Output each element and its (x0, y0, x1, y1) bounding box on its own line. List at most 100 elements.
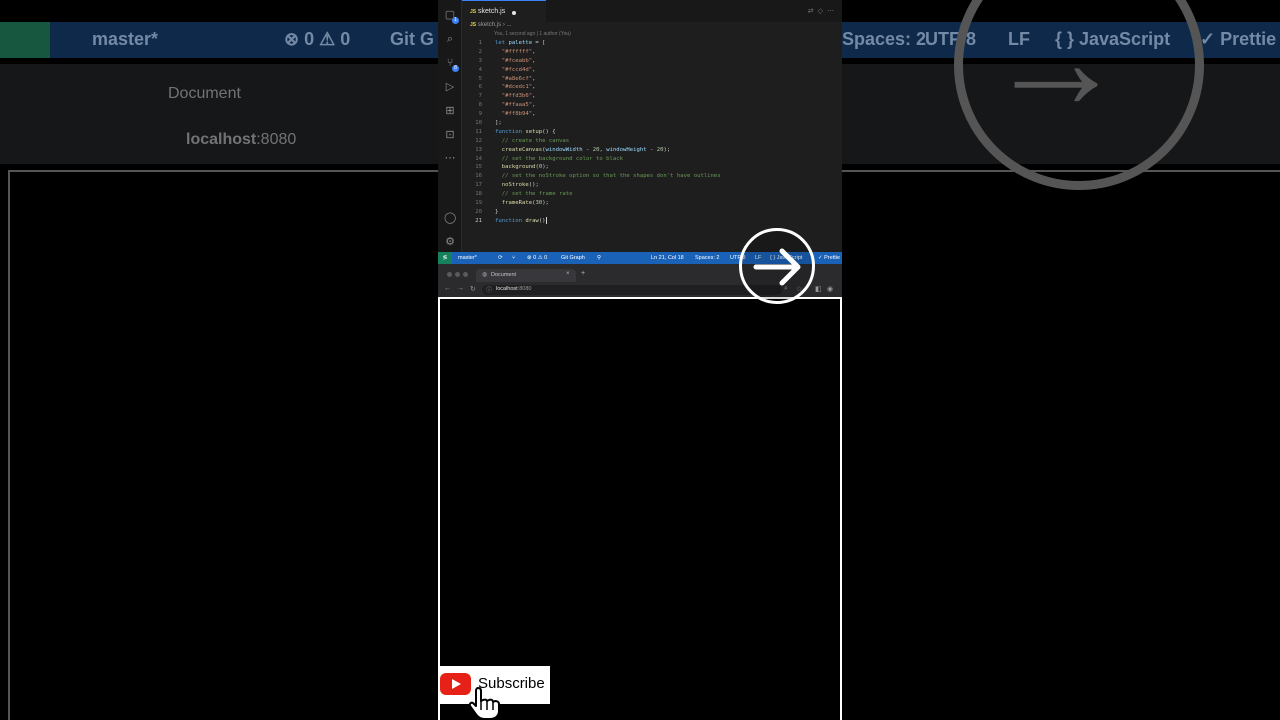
line-code: "#ffffff", (501, 48, 536, 55)
line-number: 11 (475, 128, 482, 135)
back-icon[interactable]: ← (444, 285, 451, 292)
globe-icon: ◍ (482, 272, 488, 278)
code-line[interactable]: 4 "#fccd4d", (462, 66, 842, 75)
code-line[interactable]: 2 "#ffffff", (462, 48, 842, 57)
tab-close-icon[interactable]: × (566, 271, 570, 277)
status-prettier[interactable]: ✓ Prettie (818, 252, 840, 264)
code-line[interactable]: 5 "#a8e6cf", (462, 75, 842, 84)
source-control-icon[interactable]: ⑂ 8 (444, 57, 459, 72)
line-number: 19 (475, 200, 482, 207)
editor-actions[interactable]: ⇄◇⋯ (808, 7, 838, 15)
window-close-button[interactable] (447, 272, 452, 277)
tab-sketch-js[interactable]: JS sketch.js (462, 0, 546, 22)
run-debug-icon[interactable]: ▷ (444, 81, 456, 93)
bg-remote-indicator (0, 22, 50, 58)
play-icon (452, 679, 461, 689)
breadcrumb-rest[interactable]: › ... (503, 22, 512, 28)
key-icon[interactable]: ⚲ (597, 252, 601, 264)
video-frame: ▢ 1 ⌕ ⑂ 8 ▷ ⊞ ⊡ ⋯ ◯ ⚙ JS sketch.js ⇄◇⋯ JS … (438, 0, 842, 720)
window-zoom-button[interactable] (463, 272, 468, 277)
code-line[interactable]: 10]; (462, 119, 842, 128)
remote-explorer-icon[interactable]: ⊡ (444, 129, 456, 141)
forward-icon[interactable]: → (457, 285, 464, 292)
code-editor: ▢ 1 ⌕ ⑂ 8 ▷ ⊞ ⊡ ⋯ ◯ ⚙ JS sketch.js ⇄◇⋯ JS … (438, 0, 842, 252)
code-line[interactable]: 17 noStroke(); (462, 181, 842, 190)
line-code: // create the canvas (501, 137, 570, 144)
line-number: 10 (475, 120, 482, 127)
status-git-graph[interactable]: Git Graph (561, 252, 585, 264)
git-compare-icon[interactable]: ⑂ (512, 252, 515, 264)
code-line[interactable]: 3 "#fceabb", (462, 57, 842, 66)
gear-icon[interactable]: ⚙ (444, 236, 456, 248)
extensions-icon[interactable]: ⊞ (444, 105, 456, 117)
remote-icon[interactable]: ≶ (438, 252, 452, 264)
search-icon[interactable]: ⌕ (444, 33, 456, 45)
line-code: "#ff8b94", (501, 111, 536, 118)
line-number: 1 (478, 40, 482, 46)
line-code: function setup() { (495, 128, 556, 135)
line-code: // set the frame rate (501, 191, 573, 198)
code-line[interactable]: 13 createCanvas(windowWidth - 20, window… (462, 146, 842, 155)
code-line[interactable]: 8 "#ffaaa5", (462, 101, 842, 110)
profile-avatar[interactable]: ◉ (827, 285, 833, 293)
sync-icon[interactable]: ⟳ (498, 252, 503, 264)
code-line[interactable]: 9 "#ff8b94", (462, 110, 842, 119)
browser-tab-title: Document (491, 272, 517, 278)
line-code: "#fceabb", (501, 57, 536, 64)
code-line[interactable]: 12 // create the canvas (462, 137, 842, 146)
code-line[interactable]: 15 background(0); (462, 163, 842, 172)
more-icon[interactable]: ⋯ (444, 152, 456, 164)
status-branch[interactable]: master* (458, 252, 477, 264)
code-line[interactable]: 6 "#dcedc1", (462, 83, 842, 92)
bg-url: localhost:8080 (186, 131, 297, 148)
line-code: background(0); (501, 164, 549, 171)
unsaved-dot-icon[interactable] (512, 11, 516, 15)
code-line[interactable]: 19 frameRate(30); (462, 199, 842, 208)
info-icon: ⓘ (486, 288, 493, 294)
code-line[interactable]: 7 "#ffd3b6", (462, 92, 842, 101)
editor-tabs: JS sketch.js ⇄◇⋯ (462, 0, 842, 22)
sidebar-icon[interactable]: ◧ (815, 285, 822, 293)
status-spaces[interactable]: Spaces: 2 (695, 252, 719, 264)
javascript-file-icon: JS (470, 9, 477, 15)
line-code: // set the noStroke option so that the s… (501, 173, 721, 180)
bg-tab-title: Document (168, 85, 241, 102)
bg-spaces: Spaces: 2 (842, 29, 927, 49)
line-number: 9 (478, 111, 482, 118)
compare-icon[interactable]: ⇄ (808, 8, 818, 15)
arrow-right-icon (753, 248, 801, 286)
status-position[interactable]: Ln 21, Col 18 (651, 252, 684, 264)
split-editor-icon[interactable]: ◇ (818, 8, 827, 15)
code-line[interactable]: 20} (462, 208, 842, 217)
reload-icon[interactable]: ↻ (470, 285, 476, 293)
bg-problems: ⊗ 0 ⚠ 0 (284, 29, 351, 49)
code-line[interactable]: 1 let palette = [ (462, 39, 842, 48)
new-tab-button[interactable]: + (581, 270, 585, 277)
line-number: 7 (478, 93, 482, 100)
code-line[interactable]: 14 // set the background color to black (462, 155, 842, 164)
git-blame-annotation: You, 1 second ago | 1 author (You) (494, 31, 571, 37)
line-code: ]; (495, 120, 502, 127)
line-number: 5 (478, 75, 482, 82)
code-line[interactable]: 21 function draw() (462, 216, 842, 226)
code-line[interactable]: 18 // set the frame rate (462, 190, 842, 199)
account-icon[interactable]: ◯ (444, 212, 456, 224)
window-minimize-button[interactable] (455, 272, 460, 277)
line-code: noStroke(); (501, 182, 539, 189)
javascript-file-icon: JS (470, 22, 477, 28)
line-code: let palette = [ (495, 40, 546, 46)
line-number: 6 (478, 84, 482, 91)
line-code: "#ffd3b6", (501, 93, 536, 100)
more-actions-icon[interactable]: ⋯ (827, 8, 838, 15)
line-code: function draw() (495, 216, 547, 224)
activity-bar: ▢ 1 ⌕ ⑂ 8 ▷ ⊞ ⊡ ⋯ ◯ ⚙ (438, 0, 462, 252)
explorer-icon[interactable]: ▢ 1 (444, 9, 459, 24)
code-lines[interactable]: 1 let palette = [ 2 "#ffffff", 3 "#fceabb",… (462, 39, 842, 226)
line-code: frameRate(30); (501, 200, 549, 207)
breadcrumb-file[interactable]: sketch.js (478, 22, 501, 28)
code-line[interactable]: 11 function setup() { (462, 128, 842, 137)
line-code: "#dcedc1", (501, 84, 536, 91)
sketch-canvas[interactable] (438, 297, 842, 720)
code-line[interactable]: 16 // set the noStroke option so that th… (462, 172, 842, 181)
status-problems[interactable]: ⊗ 0 ⚠ 0 (527, 252, 547, 264)
